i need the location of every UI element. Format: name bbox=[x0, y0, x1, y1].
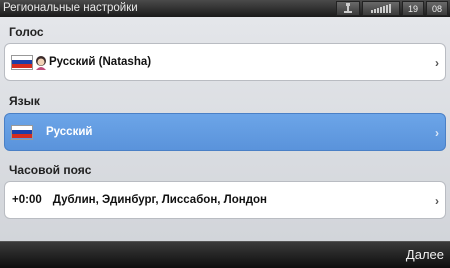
title-bar: Региональные настройки 19 08 bbox=[0, 0, 450, 17]
language-row[interactable]: Русский › bbox=[4, 113, 446, 151]
bottom-bar: Далее bbox=[0, 241, 450, 268]
voice-avatar-icon bbox=[36, 55, 46, 70]
timezone-row[interactable]: +0:00 Дублин, Эдинбург, Лиссабон, Лондон… bbox=[4, 181, 446, 219]
signal-cell bbox=[362, 1, 400, 16]
chevron-right-icon: › bbox=[435, 194, 439, 208]
flag-stripe-red bbox=[12, 64, 32, 69]
settings-content: Голос Русский (Natasha) › Язык Русский ›… bbox=[0, 17, 450, 241]
clock-minute: 08 bbox=[426, 1, 448, 16]
voice-row[interactable]: Русский (Natasha) › bbox=[4, 43, 446, 81]
clock-hour: 19 bbox=[402, 1, 424, 16]
signal-strength-icon bbox=[371, 4, 391, 13]
status-area: 19 08 bbox=[336, 1, 448, 16]
language-value: Русский bbox=[46, 126, 93, 138]
voice-value: Русский (Natasha) bbox=[49, 56, 152, 68]
flag-stripe-red bbox=[12, 134, 32, 139]
chevron-right-icon: › bbox=[435, 126, 439, 140]
gps-cell bbox=[336, 1, 360, 16]
russia-flag-icon bbox=[11, 54, 33, 70]
timezone-offset: +0:00 bbox=[12, 194, 42, 206]
chevron-right-icon: › bbox=[435, 56, 439, 70]
timezone-name: Дублин, Эдинбург, Лиссабон, Лондон bbox=[52, 194, 267, 206]
next-button[interactable]: Далее bbox=[406, 247, 444, 262]
window-title: Региональные настройки bbox=[3, 2, 138, 14]
gps-icon bbox=[344, 3, 352, 13]
voice-section-label: Голос bbox=[9, 25, 44, 39]
language-section-label: Язык bbox=[9, 94, 40, 108]
timezone-section-label: Часовой пояс bbox=[9, 163, 92, 177]
russia-flag-icon bbox=[11, 124, 33, 140]
